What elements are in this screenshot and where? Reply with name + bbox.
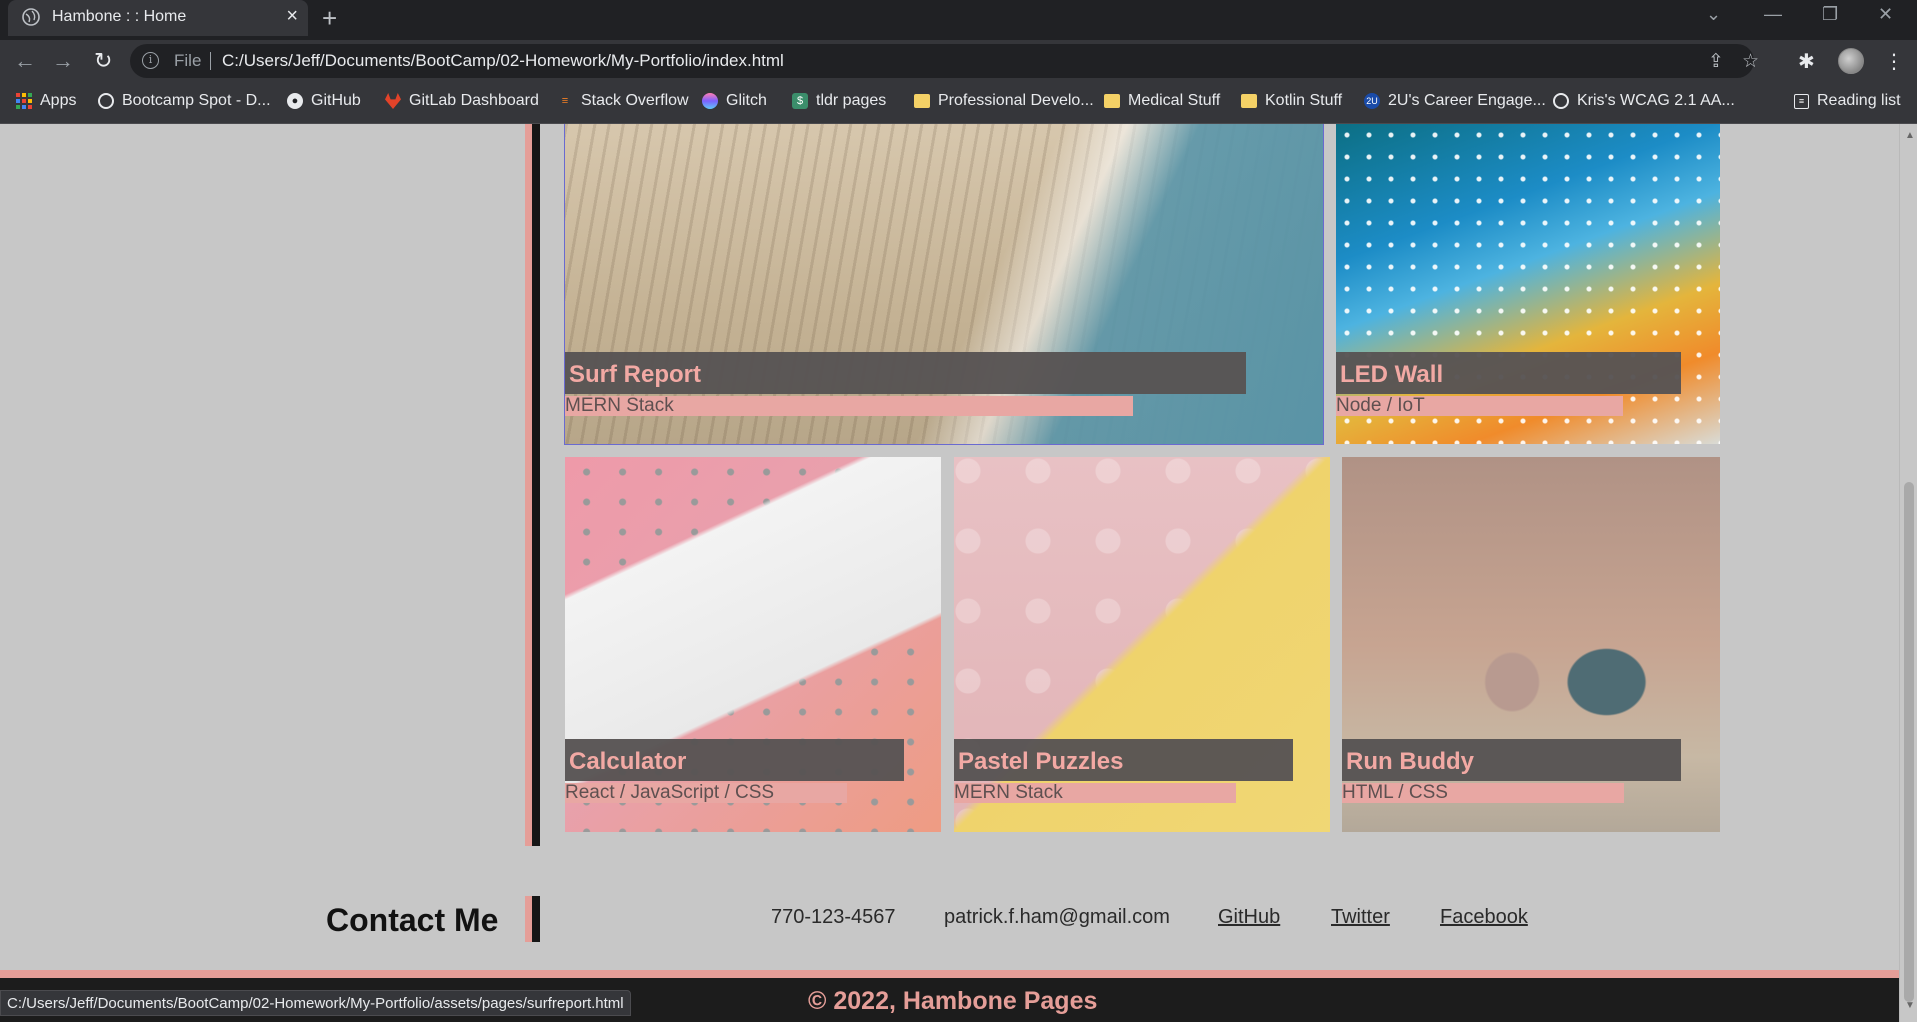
2u-icon: 2U <box>1364 93 1380 109</box>
project-stack: HTML / CSS <box>1342 783 1624 803</box>
bookmarks-bar: Apps Bootcamp Spot - D... ● GitHub GitLa… <box>0 82 1917 124</box>
extensions-icon[interactable]: ✱ <box>1798 49 1815 74</box>
scroll-up-icon[interactable]: ▲ <box>1905 130 1915 141</box>
browser-tab-bar: Hambone : : Home × + ⌄ — ❐ ✕ <box>0 0 1917 40</box>
new-tab-icon[interactable]: + <box>322 3 337 34</box>
project-stack: React / JavaScript / CSS <box>565 783 847 803</box>
bookmark-star-icon[interactable]: ☆ <box>1742 50 1759 73</box>
browser-toolbar: ← → ↻ i File C:/Users/Jeff/Documents/Boo… <box>0 40 1917 82</box>
address-bar[interactable]: i File C:/Users/Jeff/Documents/BootCamp/… <box>130 44 1759 78</box>
glitch-icon <box>702 93 718 109</box>
contact-email: patrick.f.ham@gmail.com <box>944 906 1170 928</box>
gitlab-icon <box>385 93 401 109</box>
project-stack: Node / IoT <box>1336 396 1623 416</box>
minimize-icon[interactable]: — <box>1764 4 1782 25</box>
stackoverflow-icon: ≡ <box>561 95 569 107</box>
bookmark-glitch[interactable]: Glitch <box>702 92 767 110</box>
contact-accent-bar-dark <box>532 896 540 942</box>
contact-accent-bar <box>525 896 532 942</box>
github-icon: ● <box>287 93 303 109</box>
bookmark-folder-kotlin[interactable]: Kotlin Stuff <box>1241 92 1342 110</box>
bookmark-2u-career[interactable]: 2U 2U's Career Engage... <box>1364 92 1546 110</box>
project-title: Surf Report <box>565 352 1246 394</box>
project-title: Run Buddy <box>1342 739 1681 781</box>
back-icon[interactable]: ← <box>14 48 36 74</box>
profile-avatar[interactable] <box>1838 48 1864 74</box>
bookmark-label: Apps <box>40 92 77 109</box>
section-accent-bar <box>525 124 532 846</box>
project-stack: MERN Stack <box>954 783 1236 803</box>
address-separator <box>210 52 211 70</box>
menu-icon[interactable]: ⋮ <box>1884 49 1904 74</box>
bookmark-github[interactable]: ● GitHub <box>287 92 361 110</box>
tab-title: Hambone : : Home <box>52 8 187 25</box>
bookmark-folder-medical[interactable]: Medical Stuff <box>1104 92 1220 110</box>
share-icon[interactable]: ⇪ <box>1708 50 1724 73</box>
footer-copyright: © 2022, Hambone Pages <box>808 987 1098 1015</box>
bookmark-apps[interactable]: Apps <box>16 92 76 110</box>
info-icon[interactable]: i <box>142 52 159 69</box>
project-card-pastel-puzzles[interactable]: Pastel Puzzles MERN Stack <box>954 457 1330 832</box>
bookmark-wcag[interactable]: Kris's WCAG 2.1 AA... <box>1553 92 1735 110</box>
bookmark-label: Medical Stuff <box>1128 92 1221 109</box>
tldr-icon: $ <box>792 93 808 109</box>
contact-heading: Contact Me <box>326 902 499 938</box>
scroll-down-icon[interactable]: ▼ <box>1905 1000 1915 1011</box>
facebook-link[interactable]: Facebook <box>1440 906 1528 929</box>
close-window-icon[interactable]: ✕ <box>1878 4 1893 25</box>
bookmark-stack-overflow[interactable]: ≡ Stack Overflow <box>557 92 689 110</box>
bookmark-label: GitHub <box>311 92 361 109</box>
bookmark-label: 2U's Career Engage... <box>1388 92 1546 109</box>
link-status-bar: C:/Users/Jeff/Documents/BootCamp/02-Home… <box>0 990 631 1016</box>
bookmark-label: Bootcamp Spot - D... <box>122 92 271 109</box>
bookmark-label: Kotlin Stuff <box>1265 92 1343 109</box>
contact-phone: 770-123-4567 <box>771 906 896 928</box>
apps-grid-icon <box>16 93 32 109</box>
folder-icon <box>914 94 930 108</box>
page-viewport: Surf Report MERN Stack LED Wall Node / I… <box>0 124 1899 1022</box>
reading-list-button[interactable]: ≡ Reading list <box>1794 92 1901 110</box>
project-title: Pastel Puzzles <box>954 739 1293 781</box>
project-card-run-buddy[interactable]: Run Buddy HTML / CSS <box>1342 457 1720 832</box>
forward-icon[interactable]: → <box>52 48 74 74</box>
tab-search-icon[interactable]: ⌄ <box>1706 4 1721 25</box>
restore-icon[interactable]: ❐ <box>1822 4 1838 25</box>
project-title: Calculator <box>565 739 904 781</box>
bookmark-label: Kris's WCAG 2.1 AA... <box>1577 92 1735 109</box>
folder-icon <box>1104 94 1120 108</box>
project-title: LED Wall <box>1336 352 1681 394</box>
bookmark-bootcamp-spot[interactable]: Bootcamp Spot - D... <box>98 92 271 110</box>
github-link[interactable]: GitHub <box>1218 906 1280 929</box>
reading-list-icon: ≡ <box>1794 93 1809 109</box>
footer-accent-line <box>0 970 1899 978</box>
globe-icon <box>1553 93 1569 109</box>
twitter-link[interactable]: Twitter <box>1331 906 1390 929</box>
browser-tab[interactable]: Hambone : : Home × <box>8 0 308 36</box>
section-accent-bar-dark <box>532 124 540 846</box>
bookmark-label: tldr pages <box>816 92 887 109</box>
url-text[interactable]: C:/Users/Jeff/Documents/BootCamp/02-Home… <box>222 51 784 71</box>
bookmark-label: Stack Overflow <box>581 92 689 109</box>
bookmark-label: GitLab Dashboard <box>409 92 539 109</box>
folder-icon <box>1241 94 1257 108</box>
project-card-calculator[interactable]: Calculator React / JavaScript / CSS <box>565 457 941 832</box>
reload-icon[interactable]: ↻ <box>94 48 112 74</box>
file-label: File <box>174 51 202 70</box>
project-stack: MERN Stack <box>565 396 1133 416</box>
reading-list-label: Reading list <box>1817 92 1901 109</box>
page-scrollbar[interactable]: ▲ ▼ <box>1899 124 1917 1022</box>
bookmark-folder-professional[interactable]: Professional Develo... <box>914 92 1094 110</box>
bookmark-label: Glitch <box>726 92 767 109</box>
bookmark-label: Professional Develo... <box>938 92 1094 109</box>
bookmark-tldr[interactable]: $ tldr pages <box>792 92 886 110</box>
project-card-led-wall[interactable]: LED Wall Node / IoT <box>1336 124 1720 444</box>
project-card-surf-report[interactable]: Surf Report MERN Stack <box>564 124 1324 445</box>
scrollbar-thumb[interactable] <box>1904 482 1914 1002</box>
bookmark-gitlab[interactable]: GitLab Dashboard <box>385 92 539 110</box>
globe-icon <box>98 93 114 109</box>
close-tab-icon[interactable]: × <box>286 5 298 28</box>
globe-icon <box>22 8 40 26</box>
